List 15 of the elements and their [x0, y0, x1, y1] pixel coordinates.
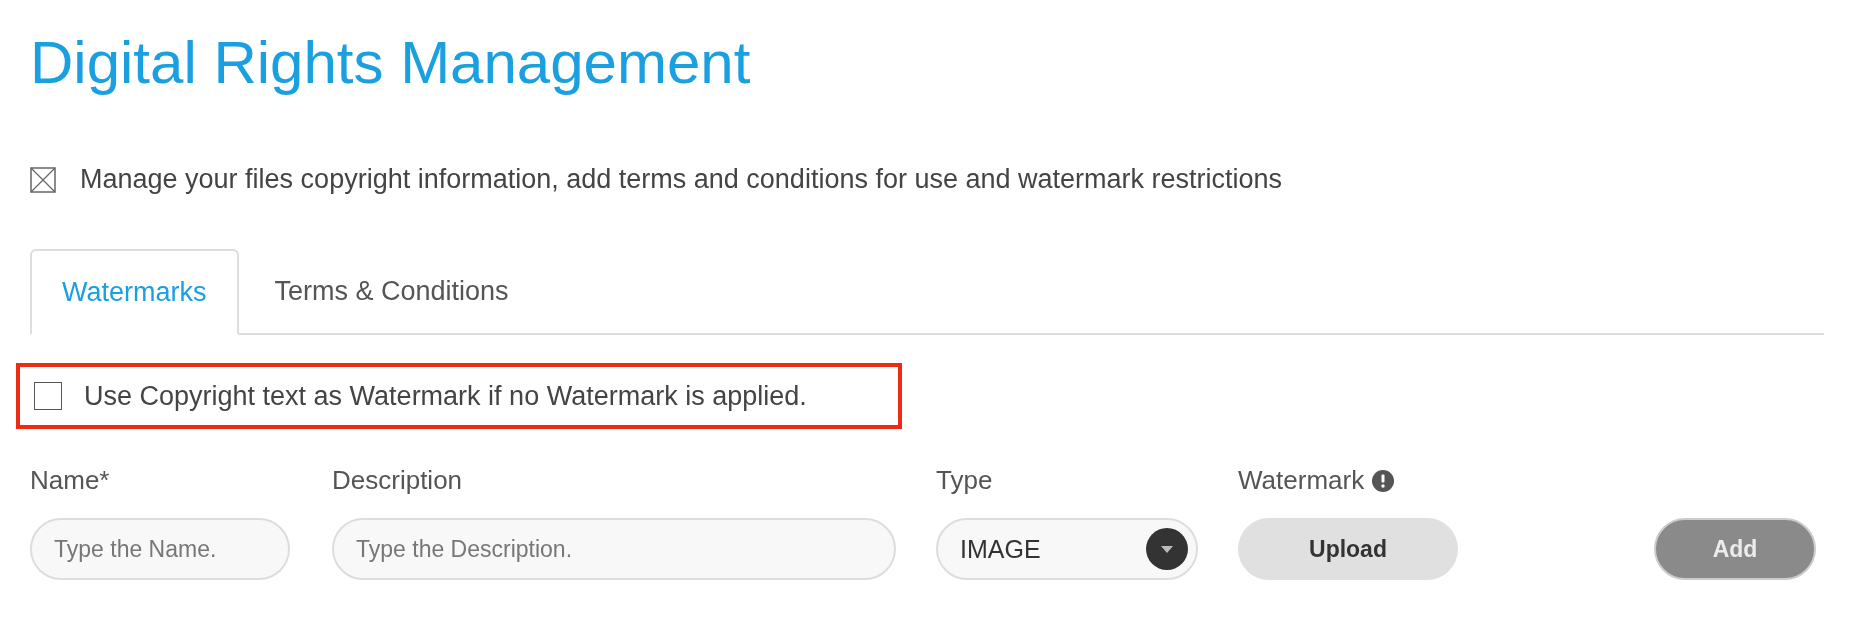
field-label: Type	[936, 465, 994, 496]
field-label: Watermark	[1238, 465, 1365, 496]
type-dropdown[interactable]: IMAGE	[936, 518, 1198, 580]
field-label: Name*	[30, 465, 111, 496]
box-cross-icon	[30, 166, 56, 193]
info-icon[interactable]	[1372, 469, 1395, 492]
caret-icon[interactable]	[1146, 528, 1188, 570]
input-field[interactable]: Type the Description.	[332, 518, 896, 580]
page-title: Digital Rights Management	[30, 28, 752, 96]
page-description: Manage your files copyright information, add terms and conditions for use and watermark restrictions	[80, 164, 1283, 195]
upload-button[interactable]: Upload	[1238, 518, 1458, 580]
checkbox-label: Use Copyright text as Watermark if no Watermark is applied.	[84, 380, 807, 412]
checkbox[interactable]	[34, 382, 62, 410]
field-label: Description	[332, 465, 464, 496]
input-field[interactable]: Type the Name.	[30, 518, 290, 580]
